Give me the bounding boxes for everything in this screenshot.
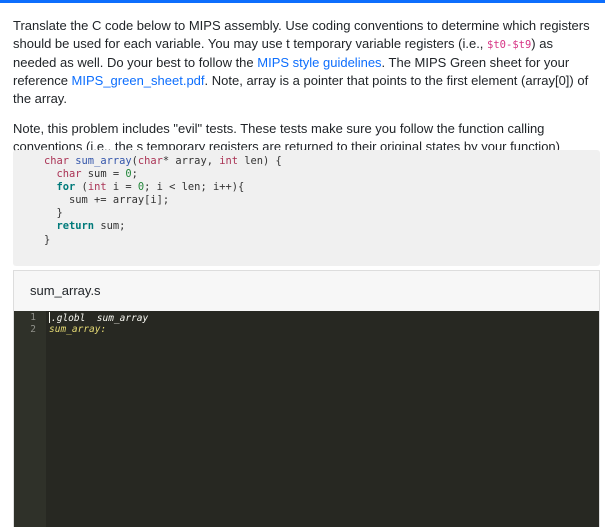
c-code: char sum_array(char* array, int len) { c… (13, 150, 600, 247)
register-range-code: $t0-$t9 (487, 39, 532, 51)
c-code-line-4: sum += array[i]; (69, 194, 170, 207)
top-accent-bar (0, 0, 605, 3)
code-editor[interactable]: 1 2 .globl sum_array sum_array: (14, 311, 599, 527)
sum-array-label: sum_array: (49, 324, 107, 335)
answer-editor-card: sum_array.s 1 2 .globl sum_array sum_arr… (13, 270, 600, 527)
file-name-header: sum_array.s (14, 271, 599, 312)
c-code-line-5: } (56, 207, 63, 220)
mips-green-sheet-link[interactable]: MIPS_green_sheet.pdf (72, 73, 205, 88)
c-code-line-7: } (44, 233, 51, 246)
text-cursor (49, 312, 50, 323)
editor-line-1[interactable]: .globl sum_array (46, 312, 599, 324)
c-code-line-2: char sum = 0; (56, 168, 138, 181)
instructions-paragraph: Translate the C code below to MIPS assem… (13, 17, 593, 108)
line-number: 2 (30, 324, 36, 335)
c-code-line-1: char sum_array(char* array, int len) { (44, 155, 282, 167)
line-number-gutter: 1 2 (14, 311, 46, 527)
line-number: 1 (30, 312, 36, 323)
c-code-line-6: return sum; (56, 220, 126, 233)
mips-style-guidelines-link[interactable]: MIPS style guidelines (257, 55, 381, 70)
c-code-line-3: for (int i = 0; i < len; i++){ (56, 181, 245, 194)
problem-statement: Translate the C code below to MIPS assem… (13, 17, 601, 156)
editor-line-2[interactable]: sum_array: (46, 324, 599, 336)
globl-directive: .globl sum_array (51, 313, 149, 324)
c-code-block: char sum_array(char* array, int len) { c… (13, 150, 600, 266)
editor-text-area[interactable]: .globl sum_array sum_array: (46, 311, 599, 527)
